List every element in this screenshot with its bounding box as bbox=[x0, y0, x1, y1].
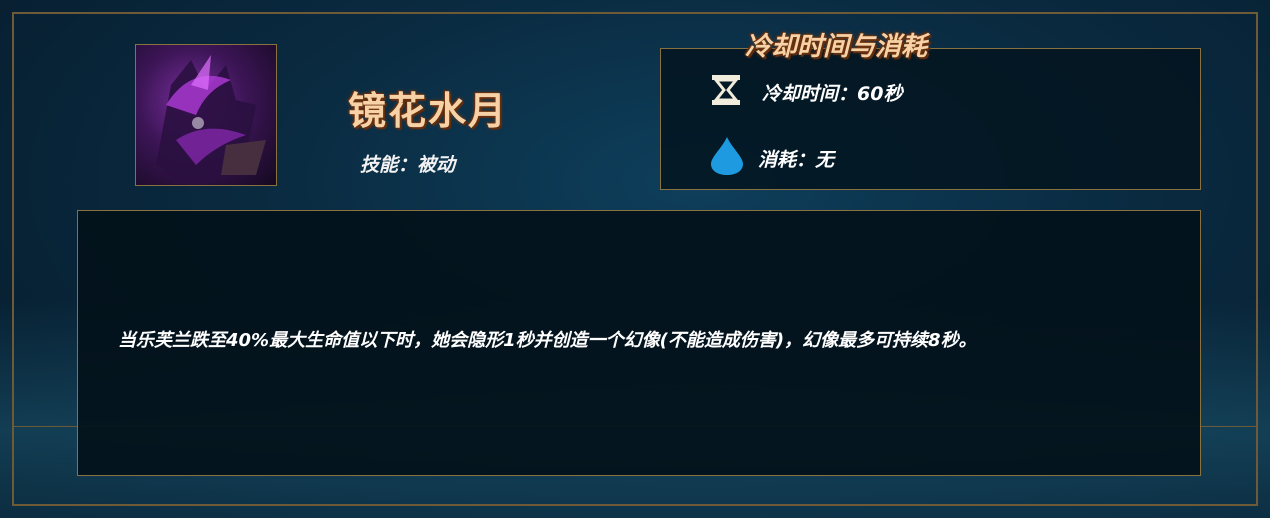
cooldown-cost-title: 冷却时间与消耗 bbox=[745, 32, 928, 62]
cost-text: 消耗：无 bbox=[758, 149, 835, 171]
cost-row: 消耗：无 bbox=[708, 135, 834, 182]
cooldown-row: 冷却时间：60秒 bbox=[708, 72, 902, 113]
skill-type-label: 技能：被动 bbox=[360, 154, 456, 176]
skill-name: 镜花水月 bbox=[348, 89, 509, 133]
cooldown-text: 冷却时间：60秒 bbox=[762, 83, 903, 105]
skill-description: 当乐芙兰跌至40%最大生命值以下时，她会隐形1秒并创造一个幻像(不能造成伤害)，… bbox=[118, 330, 977, 351]
hourglass-icon bbox=[708, 72, 744, 113]
skill-portrait bbox=[135, 44, 277, 186]
water-drop-icon bbox=[708, 135, 746, 182]
